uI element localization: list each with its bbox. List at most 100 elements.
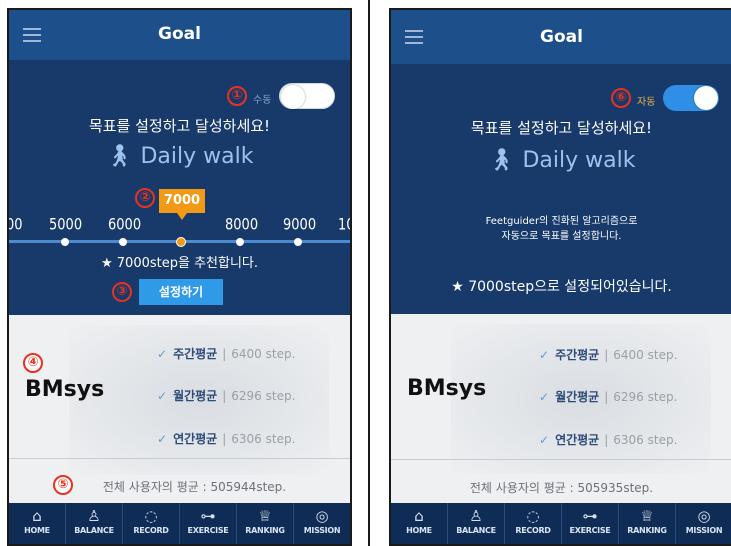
check-icon: ✓ bbox=[539, 433, 550, 447]
stat-value: 6306 step. bbox=[231, 432, 296, 446]
tab-record[interactable]: ◌ RECORD bbox=[505, 503, 562, 544]
app-header: Goal bbox=[391, 10, 731, 64]
goal-headline: 목표를 설정하고 달성하세요! bbox=[88, 117, 271, 135]
divider-line bbox=[391, 459, 731, 460]
tab-label: BALANCE bbox=[456, 526, 496, 535]
check-icon: ✓ bbox=[157, 432, 168, 446]
tab-label: RANKING bbox=[627, 526, 667, 535]
stat-value: 6400 step. bbox=[613, 348, 678, 362]
tab-exercise[interactable]: ⊶ EXERCISE bbox=[180, 503, 237, 544]
tab-mission[interactable]: ◎ MISSION bbox=[676, 503, 731, 544]
page-title: Goal bbox=[158, 24, 201, 44]
slider-tick: 00 bbox=[7, 216, 23, 235]
tab-balance[interactable]: ♙ BALANCE bbox=[66, 503, 123, 544]
stats-section: BMsys ✓ 주간평균 | 6400 step. ✓ 월간평균 | 6296 step. … bbox=[391, 314, 731, 504]
tab-balance[interactable]: ♙ BALANCE bbox=[448, 503, 505, 544]
yearly-average-row: ✓ 연간평균 | 6306 step. bbox=[157, 432, 296, 446]
overall-average-text: 전체 사용자의 평균 : 505935step. bbox=[469, 481, 654, 495]
brand-name: BMsys bbox=[407, 376, 487, 401]
slider-tick: 9000 bbox=[283, 216, 317, 235]
goal-headline: 목표를 설정하고 달성하세요! bbox=[470, 119, 653, 137]
slider-handle[interactable] bbox=[176, 237, 186, 247]
tab-label: EXERCISE bbox=[569, 526, 611, 535]
monthly-average-row: ✓ 월간평균 | 6296 step. bbox=[539, 390, 678, 404]
auto-mode-toggle[interactable] bbox=[663, 85, 719, 111]
toggle-label: 자동 bbox=[637, 97, 656, 108]
slider-dot[interactable] bbox=[61, 238, 69, 246]
page-title: Goal bbox=[540, 27, 583, 47]
check-icon: ✓ bbox=[157, 389, 168, 403]
daily-walk-text: Daily walk bbox=[140, 144, 254, 169]
check-icon: ✓ bbox=[539, 348, 550, 362]
stat-label: 연간평균 bbox=[555, 433, 600, 447]
check-icon: ✓ bbox=[157, 347, 168, 361]
goal-screen-manual: Goal ① 수동 목표를 설정하고 달성하세요! 🚶︎ Daily walk … bbox=[7, 8, 352, 546]
stat-value: 6306 step. bbox=[613, 433, 678, 447]
mission-icon: ◎ bbox=[315, 507, 329, 525]
tab-home[interactable]: ⌂ HOME bbox=[9, 503, 66, 544]
slider-dot[interactable] bbox=[236, 238, 244, 246]
toggle-knob bbox=[694, 86, 718, 110]
selected-value-tooltip: 7000 bbox=[159, 189, 205, 220]
check-icon: ✓ bbox=[539, 390, 550, 404]
ranking-icon: ♕ bbox=[640, 507, 654, 525]
stat-label: 주간평균 bbox=[173, 347, 218, 361]
balance-icon: ♙ bbox=[469, 507, 483, 525]
record-icon: ◌ bbox=[144, 507, 158, 525]
stat-value: 6400 step. bbox=[231, 347, 296, 361]
ranking-icon: ♕ bbox=[258, 507, 272, 525]
tab-ranking[interactable]: ♕ RANKING bbox=[237, 503, 294, 544]
callout-1: ① bbox=[227, 86, 247, 106]
app-header: Goal bbox=[9, 10, 350, 60]
monthly-average-row: ✓ 월간평균 | 6296 step. bbox=[157, 389, 296, 403]
daily-walk-label: 🚶︎ Daily walk bbox=[9, 144, 350, 169]
tab-label: MISSION bbox=[685, 526, 723, 535]
tab-ranking[interactable]: ♕ RANKING bbox=[619, 503, 676, 544]
callout-2: ② bbox=[135, 188, 155, 208]
tab-exercise[interactable]: ⊶ EXERCISE bbox=[562, 503, 619, 544]
slider-dot[interactable] bbox=[119, 238, 127, 246]
home-icon: ⌂ bbox=[32, 507, 42, 525]
tab-label: HOME bbox=[24, 526, 50, 535]
tab-home[interactable]: ⌂ HOME bbox=[391, 503, 448, 544]
yearly-average-row: ✓ 연간평균 | 6306 step. bbox=[539, 433, 678, 447]
tab-label: MISSION bbox=[303, 526, 341, 535]
record-icon: ◌ bbox=[526, 507, 540, 525]
tab-mission[interactable]: ◎ MISSION bbox=[294, 503, 350, 544]
weekly-average-row: ✓ 주간평균 | 6400 step. bbox=[539, 348, 678, 362]
slider-tick: 8000 bbox=[225, 216, 259, 235]
exercise-icon: ⊶ bbox=[200, 507, 216, 525]
toggle-knob bbox=[281, 85, 305, 109]
auto-description-line2: 자동으로 목표를 설정합니다. bbox=[501, 231, 622, 242]
walking-person-icon: 🚶︎ bbox=[487, 148, 516, 173]
slider-dot[interactable] bbox=[294, 238, 302, 246]
weekly-average-row: ✓ 주간평균 | 6400 step. bbox=[157, 347, 296, 361]
set-goal-button[interactable]: 설정하기 bbox=[139, 279, 223, 305]
mission-icon: ◎ bbox=[697, 507, 711, 525]
goal-setting-panel: ① 수동 목표를 설정하고 달성하세요! 🚶︎ Daily walk ② 700… bbox=[9, 60, 350, 315]
slider-tick: 6000 bbox=[108, 216, 142, 235]
overall-average-text: 전체 사용자의 평균 : 505944step. bbox=[102, 480, 287, 494]
goal-setting-panel: ⑥ 자동 목표를 설정하고 달성하세요! 🚶︎ Daily walk Feetg… bbox=[391, 64, 731, 314]
auto-mode-toggle[interactable] bbox=[279, 83, 335, 109]
exercise-icon: ⊶ bbox=[582, 507, 598, 525]
tab-record[interactable]: ◌ RECORD bbox=[123, 503, 180, 544]
tab-label: RECORD bbox=[515, 526, 551, 535]
walking-person-icon: 🚶︎ bbox=[105, 144, 134, 169]
divider-line bbox=[9, 458, 350, 459]
auto-description-line1: Feetguider의 진화된 알고리즘으로 bbox=[485, 216, 638, 227]
home-icon: ⌂ bbox=[414, 507, 424, 525]
stat-label: 월간평균 bbox=[173, 389, 218, 403]
tab-label: RECORD bbox=[133, 526, 169, 535]
callout-4: ④ bbox=[23, 353, 43, 373]
toggle-label: 수동 bbox=[253, 95, 272, 106]
stat-label: 월간평균 bbox=[555, 390, 600, 404]
stat-value: 6296 step. bbox=[613, 390, 678, 404]
recommendation-text: ★ 7000step을 추천합니다. bbox=[100, 256, 258, 271]
tab-label: BALANCE bbox=[74, 526, 114, 535]
balance-icon: ♙ bbox=[87, 507, 101, 525]
bottom-tab-bar: ⌂ HOME ♙ BALANCE ◌ RECORD ⊶ EXERCISE ♕ RANKIN… bbox=[9, 503, 350, 544]
tab-label: RANKING bbox=[245, 526, 285, 535]
goal-status-text: ★ 7000step으로 설정되어있습니다. bbox=[451, 279, 672, 295]
callout-6: ⑥ bbox=[611, 88, 631, 108]
